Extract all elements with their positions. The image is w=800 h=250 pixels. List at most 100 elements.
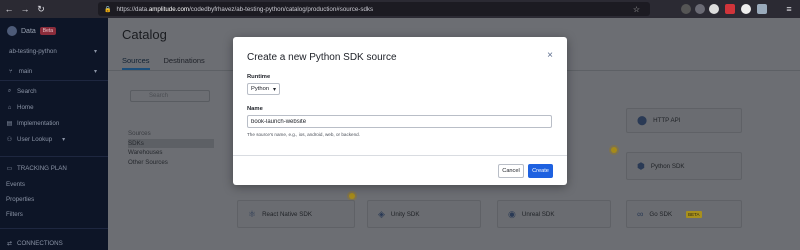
app-name: Data bbox=[21, 27, 36, 35]
section-label: TRACKING PLAN bbox=[17, 165, 67, 172]
connections-icon: ⇄ bbox=[6, 241, 13, 247]
chevron-down-icon: ▾ bbox=[62, 136, 66, 143]
sidebar-item-implementation[interactable]: ▤ Implementation bbox=[6, 120, 60, 127]
catalog-tabs: Sources Destinations bbox=[122, 56, 205, 70]
python-icon: ⬢ bbox=[637, 160, 645, 171]
card-label: Go SDK bbox=[649, 210, 673, 218]
menu-icon[interactable]: ≡ bbox=[782, 2, 796, 16]
chevron-down-icon: ▾ bbox=[93, 48, 97, 55]
chevron-down-icon: ▾ bbox=[93, 68, 97, 75]
close-icon[interactable]: × bbox=[547, 51, 553, 61]
highlight-dot bbox=[349, 193, 355, 199]
branch-icon: ⑂ bbox=[9, 67, 13, 75]
section-tracking-plan[interactable]: ▭ TRACKING PLAN bbox=[6, 165, 67, 172]
runtime-value: Python bbox=[251, 86, 270, 92]
bookmark-star-icon[interactable]: ☆ bbox=[633, 5, 640, 14]
create-source-modal: Create a new Python SDK source × Runtime… bbox=[233, 37, 567, 185]
sidebar-item-user-lookup[interactable]: ⚇ User Lookup ▾ bbox=[6, 136, 65, 143]
browser-toolbar: ← → ↻ 🔒 https://data. amplitude.com/coded… bbox=[0, 0, 800, 18]
modal-title: Create a new Python SDK source bbox=[247, 52, 397, 63]
search-placeholder: Search bbox=[149, 93, 169, 99]
category-warehouses[interactable]: Warehouses bbox=[128, 148, 214, 158]
cancel-button[interactable]: Cancel bbox=[498, 164, 524, 178]
extension-icon[interactable] bbox=[709, 4, 719, 14]
http-api-icon: ⬤ bbox=[637, 115, 648, 125]
user-lookup-icon: ⚇ bbox=[6, 137, 13, 143]
sidebar-item-label: User Lookup bbox=[17, 136, 53, 143]
divider bbox=[0, 156, 108, 157]
go-icon: ∞ bbox=[637, 209, 644, 219]
sidebar-item-label: Implementation bbox=[17, 120, 60, 127]
branch-name: main bbox=[18, 67, 33, 75]
source-card-react-native-sdk[interactable]: ⚛ React Native SDK bbox=[237, 200, 355, 228]
tab-destinations[interactable]: Destinations bbox=[164, 56, 205, 70]
sidebar-item-label: Events bbox=[6, 181, 25, 188]
page-title: Catalog bbox=[122, 27, 167, 42]
card-label: Unity SDK bbox=[390, 210, 420, 218]
pocket-icon[interactable] bbox=[681, 4, 691, 14]
project-selector[interactable]: ab-testing-python ▾ bbox=[5, 45, 103, 57]
name-hint: The source's name, e.g., ios, android, w… bbox=[247, 132, 360, 137]
card-label: Unreal SDK bbox=[521, 210, 555, 218]
unreal-icon: ◉ bbox=[508, 208, 516, 219]
divider bbox=[0, 228, 108, 229]
catalog-search-input[interactable]: Search bbox=[130, 90, 210, 102]
card-label: Python SDK bbox=[650, 162, 685, 170]
section-connections[interactable]: ⇄ CONNECTIONS bbox=[6, 240, 63, 247]
app-logo[interactable]: Data Beta bbox=[7, 26, 57, 36]
forward-icon[interactable]: → bbox=[18, 2, 32, 16]
source-card-unreal-sdk[interactable]: ◉ Unreal SDK bbox=[497, 200, 611, 228]
lock-icon: 🔒 bbox=[104, 6, 112, 13]
reload-icon[interactable]: ↻ bbox=[34, 2, 48, 16]
highlight-dot bbox=[611, 147, 617, 153]
category-sdks[interactable]: SDKs bbox=[128, 138, 214, 148]
home-icon: ⌂ bbox=[7, 104, 12, 111]
beta-badge: BETA bbox=[686, 210, 702, 218]
card-label: HTTP API bbox=[653, 117, 681, 124]
extension-icon[interactable] bbox=[741, 4, 751, 14]
sidebar-item-events[interactable]: Events bbox=[6, 181, 25, 188]
modal-footer-divider bbox=[233, 155, 567, 156]
address-bar[interactable]: 🔒 https://data. amplitude.com/codedbyfrha… bbox=[98, 2, 650, 16]
project-name: ab-testing-python bbox=[9, 47, 57, 55]
chevron-down-icon: ▾ bbox=[272, 86, 276, 93]
implementation-icon: ▤ bbox=[6, 121, 13, 127]
create-button[interactable]: Create bbox=[528, 164, 553, 178]
sidebar-item-filters[interactable]: Filters bbox=[6, 211, 23, 218]
sidebar-item-label: Filters bbox=[6, 211, 23, 218]
sidebar-item-label: Search bbox=[17, 88, 37, 95]
unity-icon: ◈ bbox=[378, 208, 385, 219]
vpn-icon[interactable] bbox=[757, 4, 767, 14]
source-categories: Sources SDKs Warehouses Other Sources bbox=[128, 129, 214, 167]
section-label: CONNECTIONS bbox=[17, 240, 63, 247]
url-prefix: https://data. bbox=[116, 5, 149, 13]
source-card-http-api[interactable]: ⬤ HTTP API bbox=[626, 108, 742, 133]
react-icon: ⚛ bbox=[248, 208, 257, 219]
source-card-python-sdk[interactable]: ⬢ Python SDK bbox=[626, 152, 742, 180]
search-icon: ⌕ bbox=[7, 88, 12, 94]
sidebar-item-search[interactable]: ⌕ Search bbox=[6, 88, 37, 95]
categories-header: Sources bbox=[128, 130, 151, 137]
category-other-sources[interactable]: Other Sources bbox=[128, 158, 214, 168]
name-label: Name bbox=[247, 106, 263, 112]
extension-icon[interactable] bbox=[725, 4, 735, 14]
tab-sources[interactable]: Sources bbox=[122, 56, 150, 70]
runtime-select[interactable]: Python ▾ bbox=[247, 83, 280, 95]
amplitude-logo-icon bbox=[7, 26, 17, 36]
beta-badge: Beta bbox=[39, 27, 57, 35]
sidebar-item-home[interactable]: ⌂ Home bbox=[6, 104, 34, 111]
sidebar-item-label: Properties bbox=[6, 196, 35, 203]
runtime-label: Runtime bbox=[247, 74, 271, 80]
name-input[interactable] bbox=[247, 115, 552, 128]
extension-icon[interactable] bbox=[695, 4, 705, 14]
sidebar: Data Beta ab-testing-python ▾ ⑂ main ▾ ⌕… bbox=[0, 18, 108, 250]
back-icon[interactable]: ← bbox=[2, 2, 16, 16]
card-label: React Native SDK bbox=[262, 210, 312, 218]
url-domain: amplitude.com bbox=[148, 5, 190, 13]
source-card-go-sdk[interactable]: ∞ Go SDK BETA bbox=[626, 200, 742, 228]
tracking-plan-icon: ▭ bbox=[6, 166, 13, 172]
sidebar-item-properties[interactable]: Properties bbox=[6, 196, 34, 203]
sidebar-item-label: Home bbox=[17, 104, 34, 111]
branch-selector[interactable]: ⑂ main ▾ bbox=[5, 65, 103, 77]
source-card-unity-sdk[interactable]: ◈ Unity SDK bbox=[367, 200, 481, 228]
